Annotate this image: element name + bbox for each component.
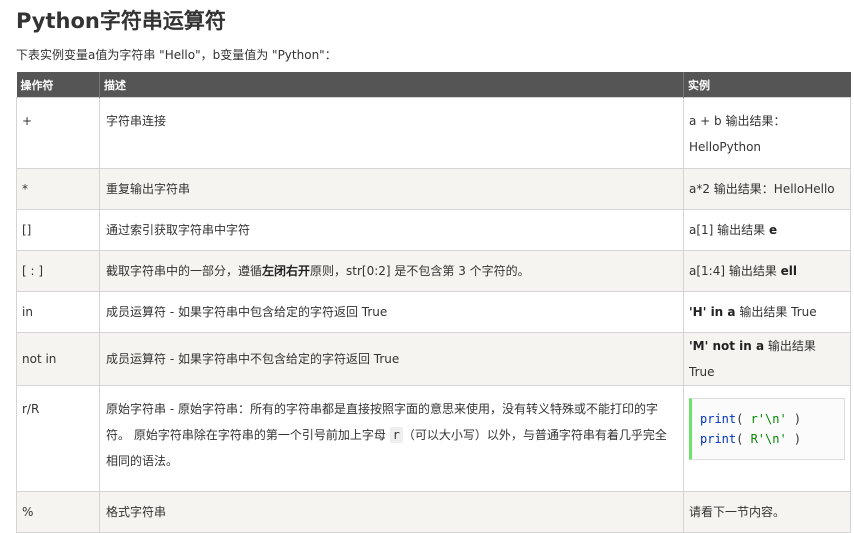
code-keyword: print bbox=[700, 412, 737, 426]
example-cell: 请看下一节内容。 bbox=[683, 491, 851, 533]
table-row: * 重复输出字符串 a*2 输出结果：HelloHello bbox=[16, 168, 851, 210]
page-title: Python字符串运算符 bbox=[16, 9, 226, 33]
header-example: 实例 bbox=[683, 72, 851, 98]
code-block: print( r'\n' ) print( R'\n' ) bbox=[689, 398, 845, 460]
description-emphasis: 左闭右开 bbox=[262, 264, 311, 278]
description-cell: 截取字符串中的一部分，遵循左闭右开原则，str[0:2] 是不包含第 3 个字符… bbox=[99, 250, 684, 292]
code-line: print( R'\n' ) bbox=[700, 429, 836, 449]
example-cell: 'M' not in a 输出结果 True bbox=[683, 332, 851, 386]
code-string: R'\n' bbox=[750, 432, 787, 446]
description-cell: 格式字符串 bbox=[99, 491, 684, 533]
example-cell: a[1] 输出结果 e bbox=[683, 209, 851, 251]
table-row: % 格式字符串 请看下一节内容。 bbox=[16, 491, 851, 533]
example-result: e bbox=[768, 223, 778, 237]
operator-cell: [ : ] bbox=[16, 250, 100, 292]
table-row: + 字符串连接 a + b 输出结果： HelloPython bbox=[16, 97, 851, 169]
intro-text: 下表实例变量a值为字符串 "Hello"，b变量值为 "Python"： bbox=[16, 48, 337, 62]
header-description: 描述 bbox=[99, 72, 684, 98]
description-text: 原则，str[0:2] 是不包含第 3 个字符的。 bbox=[310, 264, 530, 278]
table-row: not in 成员运算符 - 如果字符串中不包含给定的字符返回 True 'M'… bbox=[16, 332, 851, 386]
example-cell: a*2 输出结果：HelloHello bbox=[683, 168, 851, 210]
table-header-row: 操作符 描述 实例 bbox=[16, 72, 851, 98]
description-text: 截取字符串中的一部分，遵循 bbox=[106, 264, 263, 278]
example-result: ell bbox=[780, 264, 798, 278]
example-text: a[1] 输出结果 bbox=[689, 223, 769, 237]
description-cell: 成员运算符 - 如果字符串中包含给定的字符返回 True bbox=[99, 291, 684, 333]
example-text: 输出结果 True bbox=[735, 305, 817, 319]
code-paren: ) bbox=[786, 412, 802, 426]
table-row: in 成员运算符 - 如果字符串中包含给定的字符返回 True 'H' in a… bbox=[16, 291, 851, 333]
table-row: [] 通过索引获取字符串中字符 a[1] 输出结果 e bbox=[16, 209, 851, 251]
example-text: a[1:4] 输出结果 bbox=[689, 264, 781, 278]
operator-cell: * bbox=[16, 168, 100, 210]
description-cell: 字符串连接 bbox=[99, 97, 684, 169]
description-cell: 通过索引获取字符串中字符 bbox=[99, 209, 684, 251]
header-operator: 操作符 bbox=[16, 72, 100, 98]
table-row: [ : ] 截取字符串中的一部分，遵循左闭右开原则，str[0:2] 是不包含第… bbox=[16, 250, 851, 292]
code-paren: ( bbox=[736, 432, 751, 446]
operator-cell: % bbox=[16, 491, 100, 533]
code-string: r'\n' bbox=[750, 412, 787, 426]
table-row: r/R 原始字符串 - 原始字符串：所有的字符串都是直接按照字面的意思来使用，没… bbox=[16, 385, 851, 492]
example-line: HelloPython bbox=[689, 140, 762, 154]
example-expression: 'H' in a bbox=[689, 305, 736, 319]
code-keyword: print bbox=[700, 432, 737, 446]
operator-cell: [] bbox=[16, 209, 100, 251]
operator-cell: r/R bbox=[16, 385, 100, 492]
description-cell: 原始字符串 - 原始字符串：所有的字符串都是直接按照字面的意思来使用，没有转义特… bbox=[99, 385, 684, 492]
example-cell: a + b 输出结果： HelloPython bbox=[683, 97, 851, 169]
example-cell: 'H' in a 输出结果 True bbox=[683, 291, 851, 333]
operator-cell: not in bbox=[16, 332, 100, 386]
code-paren: ( bbox=[736, 412, 751, 426]
code-paren: ) bbox=[786, 432, 802, 446]
code-line: print( r'\n' ) bbox=[700, 409, 836, 429]
example-expression: 'M' not in a bbox=[689, 339, 765, 353]
example-line: a + b 输出结果： bbox=[689, 114, 786, 128]
operator-cell: in bbox=[16, 291, 100, 333]
operator-cell: + bbox=[16, 97, 100, 169]
example-cell: a[1:4] 输出结果 ell bbox=[683, 250, 851, 292]
example-cell: print( r'\n' ) print( R'\n' ) bbox=[683, 385, 851, 492]
description-cell: 重复输出字符串 bbox=[99, 168, 684, 210]
description-cell: 成员运算符 - 如果字符串中不包含给定的字符返回 True bbox=[99, 332, 684, 386]
inline-code: r bbox=[389, 427, 403, 443]
operators-table: 操作符 描述 实例 + 字符串连接 a + b 输出结果： HelloPytho… bbox=[16, 72, 851, 533]
